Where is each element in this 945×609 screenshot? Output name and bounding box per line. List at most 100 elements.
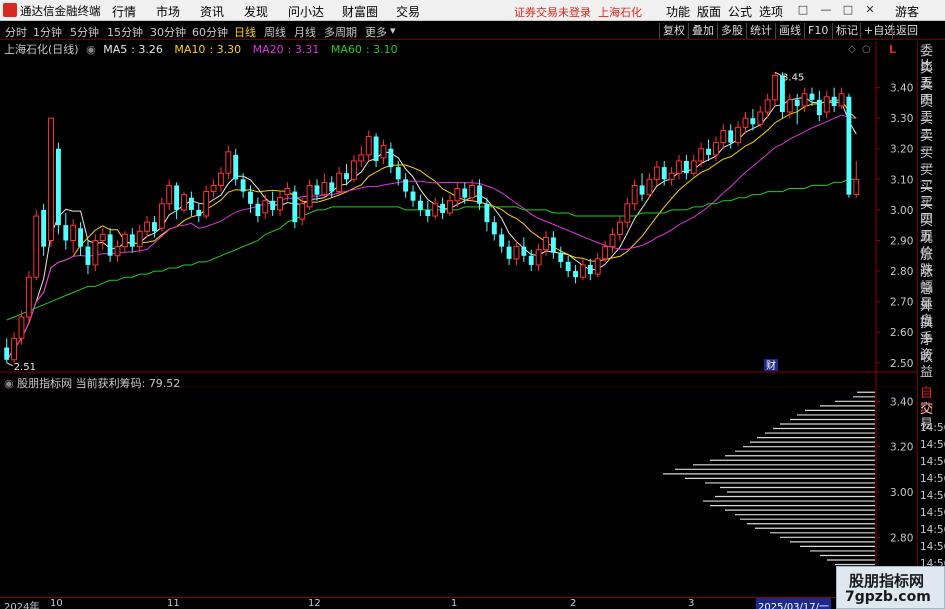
draw-line-button[interactable]: 画线 xyxy=(775,23,804,39)
menu-formula[interactable]: 公式 xyxy=(728,3,752,20)
period-1min[interactable]: 1分钟 xyxy=(33,24,62,40)
candle-body-up xyxy=(786,99,793,113)
minimize-icon[interactable]: — xyxy=(818,2,834,18)
candle-body-up xyxy=(144,221,151,232)
candle-body-up xyxy=(609,233,616,248)
period-daily[interactable]: 日线 xyxy=(234,24,256,40)
candle-body-up xyxy=(823,96,830,113)
stats-button[interactable]: 统计 xyxy=(746,23,775,39)
chevron-down-icon[interactable]: ▾ xyxy=(390,24,396,37)
candle-body-down xyxy=(809,93,815,100)
menu-wealth-circle[interactable]: 财富圈 xyxy=(342,3,378,20)
y-tick-label: 2.50 xyxy=(890,358,913,370)
guest-user[interactable]: 游客 xyxy=(895,3,919,20)
date-label-selected[interactable]: 2025/03/17/一 xyxy=(756,598,832,609)
candle-body-down xyxy=(506,246,512,259)
candle-body-down xyxy=(85,246,91,265)
candle-body-down xyxy=(521,246,527,256)
menu-function[interactable]: 功能 xyxy=(666,3,690,20)
date-axis: 2024年 10 11 12 1 2 3 2025/03/17/一 xyxy=(0,597,917,609)
trade-time: 14:56 xyxy=(920,456,945,468)
candle-body-up xyxy=(18,316,25,339)
high-pointer xyxy=(774,71,782,76)
adjust-button[interactable]: 复权 xyxy=(659,23,688,39)
close-icon[interactable]: ✕ xyxy=(862,2,878,18)
menu-options[interactable]: 选项 xyxy=(759,3,783,20)
settings-dot-icon[interactable]: ◉ xyxy=(86,43,96,56)
candle-body-down xyxy=(728,130,734,143)
candle-body-down xyxy=(240,179,246,192)
mark-button[interactable]: 标记 xyxy=(832,23,861,39)
candle-body-down xyxy=(484,203,490,223)
menu-layout[interactable]: 版面 xyxy=(697,3,721,20)
candle-body-up xyxy=(454,188,461,202)
candle-body-up xyxy=(33,215,40,278)
candle-body-up xyxy=(92,239,99,266)
indicator-settings-icon[interactable]: ◉ xyxy=(4,377,14,390)
menu-discover[interactable]: 发现 xyxy=(244,3,268,20)
candlestick-chart[interactable]: 3.40 3.30 3.20 3.10 3.00 2.90 2.80 2.70 2.60 2.50… xyxy=(0,0,945,609)
period-60min[interactable]: 60分钟 xyxy=(192,24,228,40)
candle-body-up xyxy=(772,74,778,101)
period-5min[interactable]: 5分钟 xyxy=(70,24,99,40)
date-label: 10 xyxy=(50,598,63,609)
menu-news[interactable]: 资讯 xyxy=(200,3,224,20)
menu-market[interactable]: 市场 xyxy=(156,3,180,20)
menu-market-quotes[interactable]: 行情 xyxy=(112,3,136,20)
ma-line-ma10 xyxy=(6,99,857,361)
candle-body-up xyxy=(631,184,638,205)
restore-icon[interactable]: □ xyxy=(795,2,811,18)
candle-body-down xyxy=(565,261,571,272)
candle-body-up xyxy=(336,172,343,193)
candle-body-down xyxy=(314,185,320,195)
period-more[interactable]: 更多 xyxy=(365,24,387,40)
candle-body-down xyxy=(410,191,416,201)
period-15min[interactable]: 15分钟 xyxy=(107,24,143,40)
candle-body-up xyxy=(594,258,601,275)
side-panel: 委比 卖五 卖四 卖三 卖二 卖一 买一 买二 买三 买四 买五 现价 涨跌 涨幅 总量 外盘 换手 净资 收益 自动… xyxy=(917,41,945,604)
menu-trade[interactable]: 交易 xyxy=(396,3,420,20)
trade-time: 14:56 xyxy=(920,507,945,519)
candle-body-up xyxy=(210,184,217,193)
indicator-tick-label: 3.20 xyxy=(890,442,913,454)
candle-body-up xyxy=(690,160,697,174)
candle-body-up xyxy=(742,117,749,128)
menu-ask[interactable]: 问小达 xyxy=(288,3,324,20)
period-tick[interactable]: 分时 xyxy=(5,24,27,40)
candle-body-up xyxy=(720,129,727,144)
expand-icon: ○ xyxy=(862,44,871,55)
candle-body-down xyxy=(831,96,837,106)
maximize-icon[interactable]: □ xyxy=(840,2,856,18)
candle-body-up xyxy=(136,230,143,248)
multi-stock-button[interactable]: 多股 xyxy=(717,23,746,39)
period-monthly[interactable]: 月线 xyxy=(294,24,316,40)
indicator-value: 79.52 xyxy=(148,377,181,390)
candle-body-down xyxy=(528,255,534,265)
candle-body-up xyxy=(653,166,660,180)
candle-body-up xyxy=(321,181,328,196)
overlay-button[interactable]: 叠加 xyxy=(688,23,717,39)
y-tick-label: 3.20 xyxy=(890,144,913,156)
candle-body-up xyxy=(668,172,675,180)
period-multi[interactable]: 多周期 xyxy=(324,24,357,40)
candle-body-down xyxy=(779,75,785,113)
candle-body-down xyxy=(462,188,468,198)
candle-body-up xyxy=(838,93,845,107)
high-annotation: 3.45 xyxy=(782,72,804,83)
candle-body-down xyxy=(388,148,394,168)
candle-body-down xyxy=(816,99,822,116)
candle-body-down xyxy=(270,200,276,210)
candle-body-up xyxy=(48,117,54,241)
candle-body-up xyxy=(801,93,808,107)
stock-label: 上海石化(日线) xyxy=(4,43,79,56)
y-tick-label: 3.00 xyxy=(890,205,913,217)
candle-body-down xyxy=(78,228,84,247)
candle-body-down xyxy=(373,136,379,161)
period-weekly[interactable]: 周线 xyxy=(264,24,286,40)
candle-body-up xyxy=(853,178,860,196)
candle-body-up xyxy=(757,111,764,125)
candle-body-down xyxy=(196,209,202,217)
f10-button[interactable]: F10 xyxy=(804,23,831,39)
period-30min[interactable]: 30分钟 xyxy=(150,24,186,40)
back-button[interactable]: 返回 xyxy=(892,23,921,39)
